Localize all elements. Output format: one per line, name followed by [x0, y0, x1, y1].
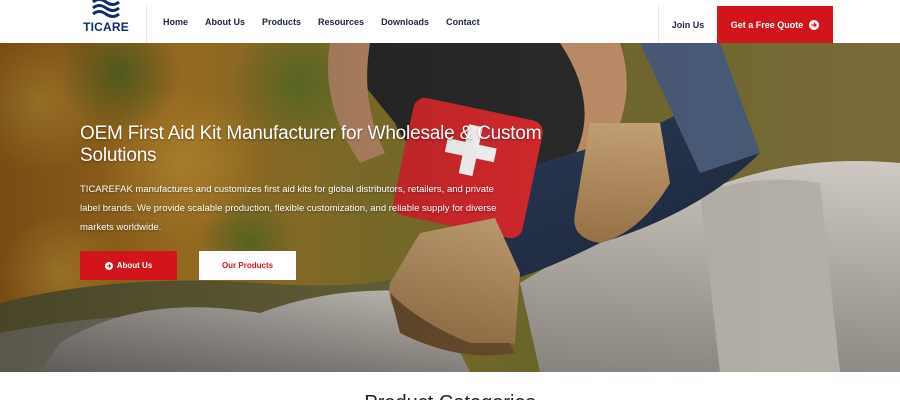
- get-quote-label: Get a Free Quote: [730, 19, 804, 30]
- hero-title: OEM First Aid Kit Manufacturer for Whole…: [80, 123, 542, 166]
- get-quote-button[interactable]: Get a Free Quote: [717, 6, 833, 43]
- nav-divider: [146, 6, 147, 43]
- nav-item-resources[interactable]: Resources: [318, 17, 364, 27]
- arrow-right-circle-icon: [104, 261, 113, 270]
- main-nav: Home About Us Products Resources Downloa…: [163, 0, 480, 43]
- logo-text: TICARE: [83, 20, 129, 34]
- nav-item-contact[interactable]: Contact: [446, 17, 480, 27]
- nav-item-about-us[interactable]: About Us: [205, 17, 245, 27]
- wave-logo-icon: [92, 0, 120, 18]
- about-us-button-label: About Us: [116, 261, 153, 270]
- arrow-right-circle-icon: [809, 19, 820, 30]
- hero-banner: OEM First Aid Kit Manufacturer for Whole…: [0, 43, 900, 372]
- nav-item-downloads[interactable]: Downloads: [381, 17, 429, 27]
- nav-item-home[interactable]: Home: [163, 17, 188, 27]
- hero-description: TICAREFAK manufactures and customizes fi…: [80, 184, 497, 233]
- logo[interactable]: TICARE: [79, 0, 133, 36]
- site-header: TICARE Home About Us Products Resources …: [0, 0, 900, 43]
- section-title: Product Categories: [0, 392, 900, 400]
- about-us-button[interactable]: About Us: [80, 251, 177, 280]
- our-products-button[interactable]: Our Products: [199, 251, 296, 280]
- join-us-link[interactable]: Join Us: [658, 6, 717, 43]
- nav-item-products[interactable]: Products: [262, 17, 301, 27]
